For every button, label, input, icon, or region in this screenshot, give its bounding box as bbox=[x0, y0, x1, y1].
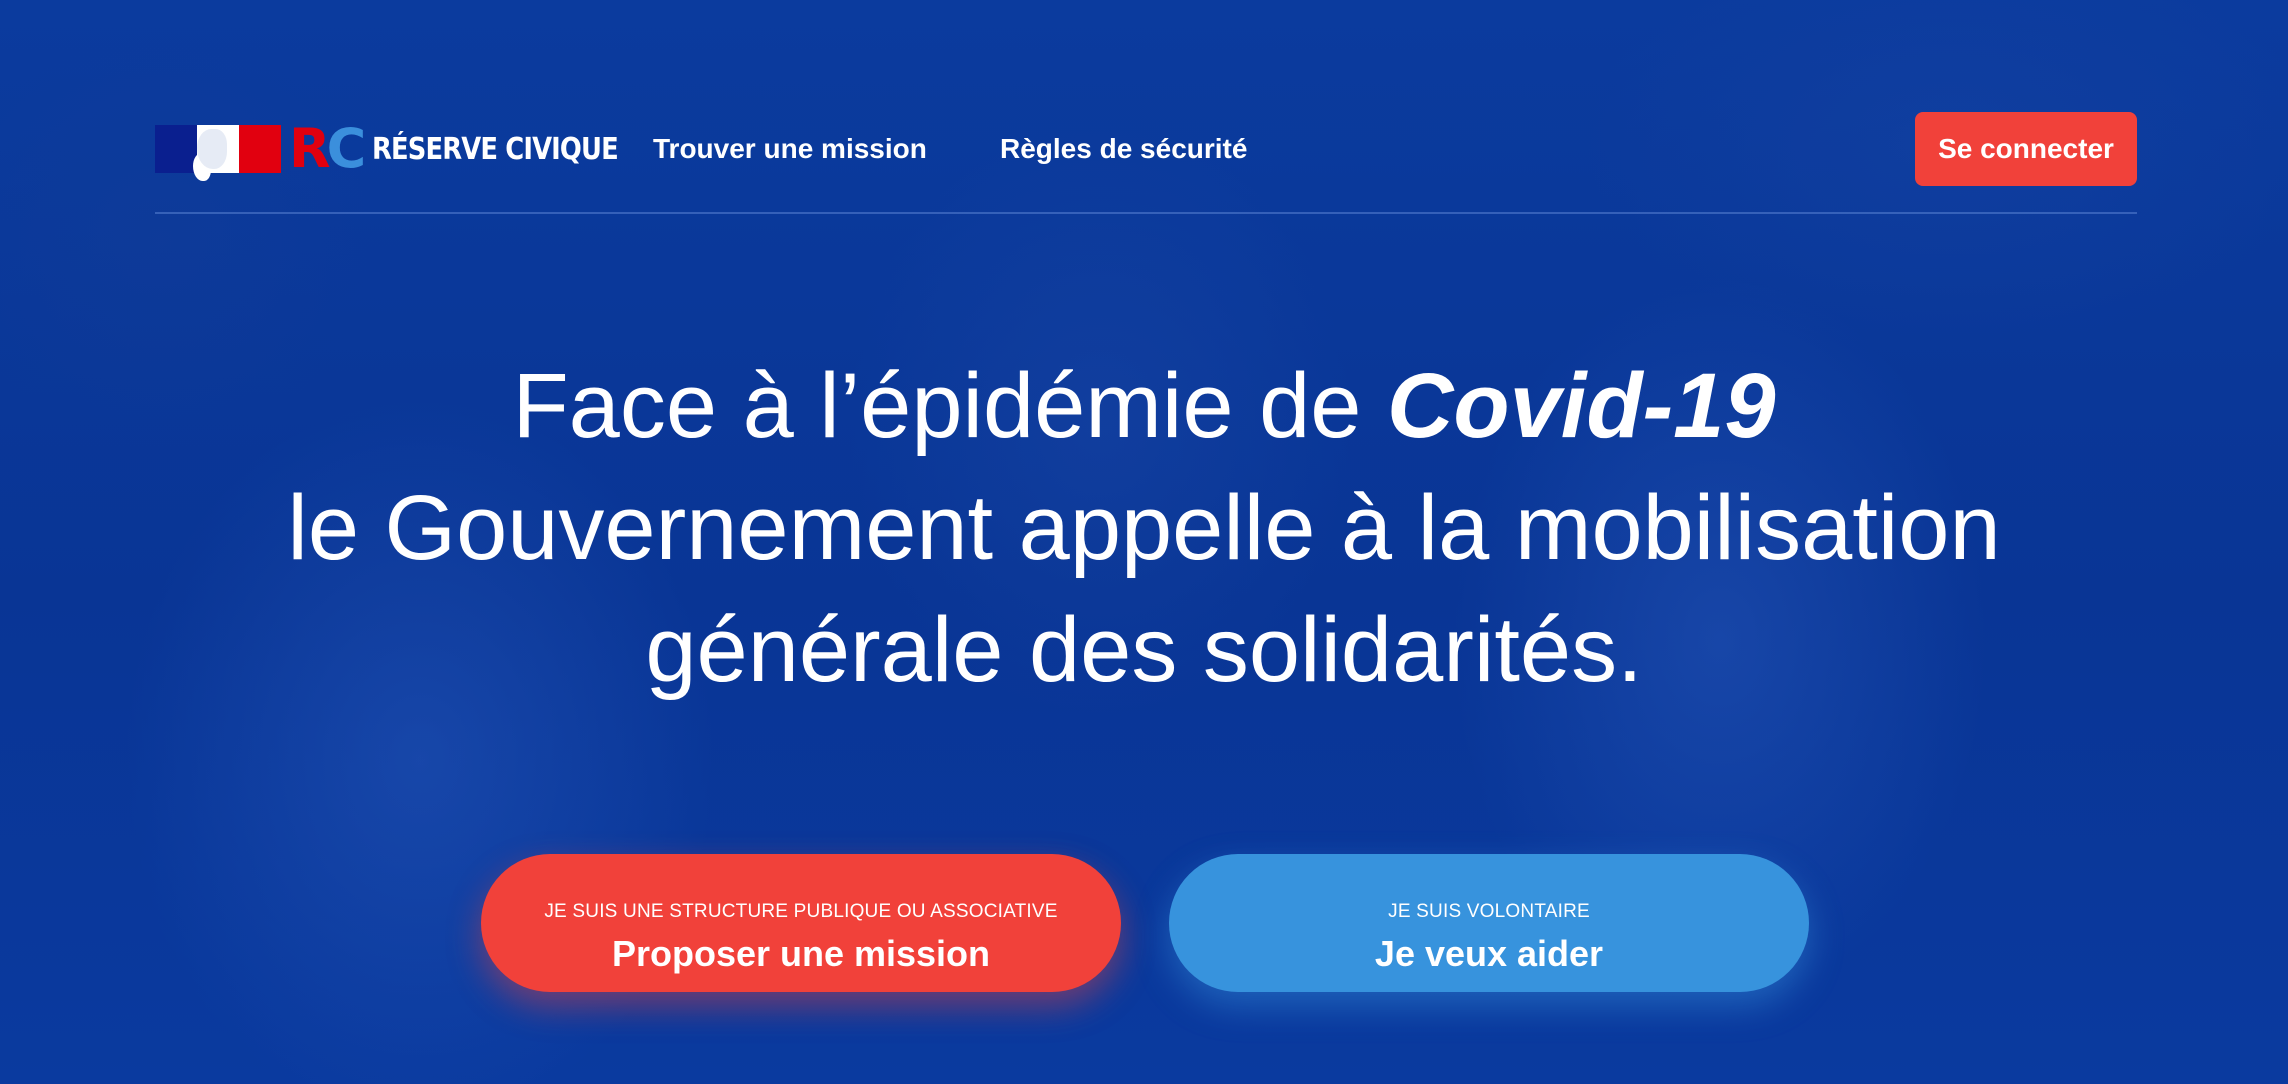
propose-mission-label: Proposer une mission bbox=[611, 933, 991, 974]
hero-line-1: Face à l’épidémie de Covid-19 bbox=[0, 345, 2288, 467]
header-divider bbox=[155, 212, 2137, 214]
hero-heading: Face à l’épidémie de Covid-19 le Gouvern… bbox=[0, 345, 2288, 711]
hero-line-2: le Gouvernement appelle à la mobilisatio… bbox=[287, 477, 2001, 579]
propose-mission-kicker: JE SUIS UNE STRUCTURE PUBLIQUE OU ASSOCI… bbox=[544, 901, 1058, 922]
propose-mission-button[interactable]: JE SUIS UNE STRUCTURE PUBLIQUE OU ASSOCI… bbox=[481, 854, 1121, 992]
home-logo-link[interactable]: RC RÉSERVE CIVIQUE bbox=[155, 117, 658, 180]
volunteer-label: Je veux aider bbox=[1374, 933, 1604, 974]
nav-find-mission[interactable]: Trouver une mission bbox=[653, 133, 927, 165]
page: RC RÉSERVE CIVIQUE Trouver une mission R… bbox=[0, 0, 2288, 1084]
hero-emphasis: Covid-19 bbox=[1386, 355, 1776, 457]
volunteer-kicker: JE SUIS VOLONTAIRE bbox=[1388, 901, 1590, 922]
site-header: RC RÉSERVE CIVIQUE Trouver une mission R… bbox=[155, 112, 2137, 186]
hero-line-3: générale des solidarités. bbox=[645, 599, 1643, 701]
rc-logo-icon: RC bbox=[289, 117, 366, 180]
brand-name: RÉSERVE CIVIQUE bbox=[372, 131, 619, 167]
login-button[interactable]: Se connecter bbox=[1915, 112, 2137, 186]
volunteer-button[interactable]: JE SUIS VOLONTAIRE Je veux aider bbox=[1169, 854, 1809, 992]
marianne-logo-icon bbox=[155, 125, 281, 173]
hero-line-1-text: Face à l’épidémie de bbox=[512, 355, 1387, 457]
nav-safety-rules[interactable]: Règles de sécurité bbox=[1000, 133, 1247, 165]
